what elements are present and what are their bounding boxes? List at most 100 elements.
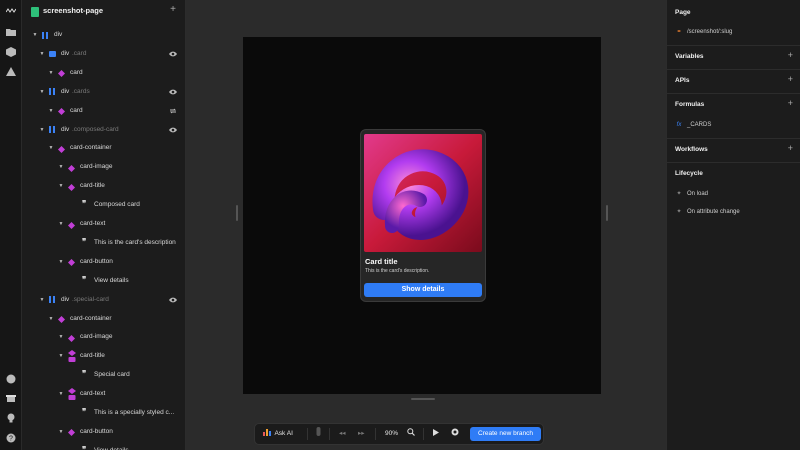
layers-header: screenshot-page + <box>22 0 185 24</box>
layer-row[interactable]: ❞ This is a specially styled c... <box>22 406 185 420</box>
layer-row[interactable]: ▼ div .composed-card <box>22 123 185 137</box>
layer-row[interactable]: ▼ card-title <box>22 179 185 193</box>
chevron-down-icon[interactable]: ▼ <box>39 85 45 99</box>
chevron-down-icon[interactable]: ▼ <box>58 160 64 174</box>
chevron-down-icon[interactable]: ▼ <box>58 330 64 344</box>
microphone-icon[interactable] <box>315 424 322 444</box>
card-title: Card title <box>365 257 398 266</box>
formula-name: _CARDS <box>687 122 712 128</box>
chevron-down-icon[interactable]: ▼ <box>48 312 54 326</box>
layer-label: card-container <box>70 144 112 152</box>
zoom-level[interactable]: 90% <box>385 424 398 444</box>
chevron-down-icon[interactable]: ▼ <box>39 123 45 137</box>
step-forward-icon[interactable]: ▸▸ <box>358 424 365 444</box>
component-icon <box>58 145 65 153</box>
zoom-icon[interactable] <box>407 424 415 444</box>
div-element-icon <box>49 50 56 57</box>
chevron-down-icon[interactable]: ▼ <box>32 28 38 42</box>
layer-row[interactable]: ▼ card-title <box>22 349 185 363</box>
layer-row[interactable]: ▼ card <box>22 104 185 118</box>
help-icon[interactable]: ? <box>5 432 17 444</box>
resize-handle-bottom[interactable] <box>411 398 435 400</box>
layer-row[interactable]: ❞ View details <box>22 444 185 450</box>
layer-label: card-text <box>80 390 106 398</box>
text-node-icon: ❞ <box>82 444 87 450</box>
warning-icon[interactable] <box>5 66 17 78</box>
create-branch-button[interactable]: Create new branch <box>470 427 541 441</box>
chevron-down-icon[interactable]: ▼ <box>48 104 54 118</box>
formula-item[interactable]: fx _CARDS <box>675 122 712 128</box>
chevron-down-icon[interactable]: ▼ <box>39 47 45 61</box>
package-icon[interactable] <box>5 46 17 58</box>
add-workflow-button[interactable]: + <box>788 143 793 153</box>
layer-row[interactable]: ▼ card-image <box>22 330 185 344</box>
lightbulb-icon[interactable] <box>5 412 17 424</box>
div-element-icon <box>49 88 55 96</box>
folder-icon[interactable] <box>5 26 17 38</box>
layer-row[interactable]: ▼ card-button <box>22 255 185 269</box>
layer-row[interactable]: ▼ div .special-card <box>22 293 185 307</box>
resize-handle-left[interactable] <box>236 205 238 221</box>
card-image <box>364 134 482 252</box>
page-slug-row[interactable]: ⚭ /screenshot/:slug <box>675 28 732 35</box>
layer-row[interactable]: ▼ div .cards <box>22 85 185 99</box>
eye-icon[interactable] <box>169 126 177 134</box>
properties-panel: Page ⚭ /screenshot/:slug Variables + APIs… <box>666 0 800 450</box>
layer-label: card-container <box>70 314 112 322</box>
eye-icon[interactable] <box>169 50 177 58</box>
add-layer-button[interactable]: + <box>170 4 176 15</box>
eye-icon[interactable] <box>169 296 177 304</box>
logo-icon[interactable] <box>5 5 17 17</box>
preview-card[interactable]: Card title This is the card's descriptio… <box>360 129 486 302</box>
chevron-down-icon[interactable]: ▼ <box>58 255 64 269</box>
toolbar-divider <box>307 428 308 440</box>
layer-row[interactable]: ❞ View details <box>22 274 185 288</box>
formulas-title: Formulas <box>675 101 705 108</box>
play-icon[interactable] <box>432 424 439 444</box>
add-api-button[interactable]: + <box>788 74 793 84</box>
component-icon <box>68 164 75 172</box>
chevron-down-icon[interactable]: ▼ <box>39 293 45 307</box>
add-variable-button[interactable]: + <box>788 50 793 60</box>
layer-row[interactable]: ▼ card-button <box>22 425 185 439</box>
layer-row[interactable]: ▼ card <box>22 66 185 80</box>
repeat-icon[interactable] <box>169 107 177 115</box>
gift-icon[interactable] <box>5 392 17 404</box>
ask-ai-button[interactable]: Ask AI <box>263 424 293 444</box>
layer-row[interactable]: ▼ div .card <box>22 47 185 61</box>
chevron-down-icon[interactable]: ▼ <box>48 66 54 80</box>
link-icon: ⚭ <box>676 29 682 35</box>
record-icon[interactable] <box>451 424 459 444</box>
resize-handle-right[interactable] <box>606 205 608 221</box>
on-load-row[interactable]: ✦ On load <box>675 190 708 197</box>
chevron-down-icon[interactable]: ▼ <box>58 349 64 363</box>
lifecycle-title: Lifecycle <box>675 170 703 177</box>
editor-app: ? screenshot-page + ▼ div ▼ div .card ▼ card ▼ d… <box>0 0 800 450</box>
layer-row[interactable]: ❞ Special card <box>22 368 185 382</box>
component-icon <box>58 315 65 323</box>
text-node-icon: ❞ <box>82 407 87 416</box>
layer-row[interactable]: ▼ card-image <box>22 160 185 174</box>
layer-row[interactable]: ❞ This is the card's description <box>22 236 185 250</box>
page-section: Page ⚭ /screenshot/:slug <box>667 0 800 46</box>
lifecycle-section: Lifecycle ✦ On load ✦ On attribute change <box>667 163 800 233</box>
chevron-down-icon[interactable]: ▼ <box>48 141 54 155</box>
palette-icon[interactable] <box>5 373 17 385</box>
layer-row[interactable]: ▼ card-container <box>22 141 185 155</box>
layer-row[interactable]: ▼ card-text <box>22 217 185 231</box>
chevron-down-icon[interactable]: ▼ <box>58 387 64 401</box>
on-attribute-change-row[interactable]: ✦ On attribute change <box>675 208 739 215</box>
ai-bars-icon <box>263 429 271 436</box>
layer-row[interactable]: ❞ Composed card <box>22 198 185 212</box>
canvas-area[interactable]: Card title This is the card's descriptio… <box>186 0 666 450</box>
chevron-down-icon[interactable]: ▼ <box>58 179 64 193</box>
show-details-button[interactable]: Show details <box>364 283 482 297</box>
chevron-down-icon[interactable]: ▼ <box>58 217 64 231</box>
chevron-down-icon[interactable]: ▼ <box>58 425 64 439</box>
add-formula-button[interactable]: + <box>788 98 793 108</box>
eye-icon[interactable] <box>169 88 177 96</box>
layer-row[interactable]: ▼ card-text <box>22 387 185 401</box>
layer-row[interactable]: ▼ card-container <box>22 312 185 326</box>
layer-row[interactable]: ▼ div <box>22 28 185 42</box>
step-back-icon[interactable]: ◂◂ <box>339 424 346 444</box>
